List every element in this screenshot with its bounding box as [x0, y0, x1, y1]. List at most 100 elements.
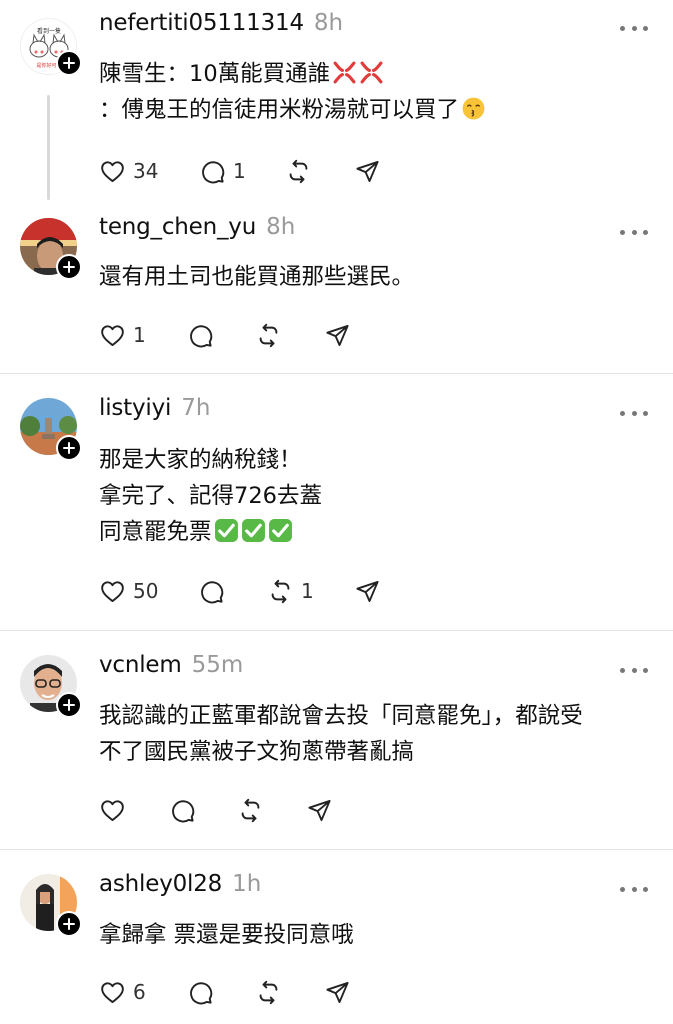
reply-post: vcnlem 55m 我認識的正藍軍都說會去投「同意罷免」，都說受 不了國民黨被… — [0, 631, 673, 849]
share-button[interactable] — [324, 320, 351, 350]
timestamp: 1h — [232, 871, 262, 897]
reply-button[interactable] — [187, 977, 214, 1007]
kissing-face-emoji — [461, 96, 486, 121]
like-count: 50 — [133, 579, 159, 603]
text-line: 那是大家的納稅錢！ — [99, 447, 302, 473]
ellipsis-icon — [620, 667, 625, 673]
anger-symbol-emoji — [359, 60, 384, 85]
text-line: 拿歸拿 票還是要投同意哦 — [99, 922, 354, 948]
reply-post: ashley0l28 1h 拿歸拿 票還是要投同意哦 6 — [0, 850, 673, 1024]
heart-icon — [99, 797, 126, 824]
text-line: ：傅鬼王的信徒用米粉湯就可以買了 — [99, 92, 659, 128]
more-options-button[interactable] — [620, 665, 648, 675]
repost-count: 1 — [301, 579, 314, 603]
repost-arrows-icon — [255, 322, 282, 349]
post-header: listyiyi 7h — [99, 395, 210, 429]
post-header: vcnlem 55m — [99, 652, 243, 686]
share-button[interactable] — [354, 156, 381, 186]
username[interactable]: vcnlem — [99, 652, 182, 678]
send-paper-plane-icon — [354, 158, 381, 185]
ellipsis-icon — [620, 229, 625, 235]
send-paper-plane-icon — [324, 322, 351, 349]
like-count: 6 — [133, 980, 146, 1004]
plus-icon — [62, 441, 76, 455]
comment-bubble-icon — [198, 578, 225, 605]
post-text: 那是大家的納稅錢！ 拿完了、記得726去蓋 同意罷免票 — [99, 442, 659, 550]
follow-button[interactable] — [56, 911, 82, 937]
repost-arrows-icon — [267, 578, 294, 605]
check-mark-button-emoji — [241, 518, 266, 543]
text-line: 拿完了、記得726去蓋 — [99, 483, 322, 509]
comment-bubble-icon — [199, 158, 226, 185]
post-header: teng_chen_yu 8h — [99, 214, 295, 248]
repost-arrows-icon — [255, 979, 282, 1006]
comment-bubble-icon — [187, 322, 214, 349]
ellipsis-icon — [620, 410, 625, 416]
reply-button[interactable] — [187, 320, 214, 350]
like-button[interactable] — [99, 795, 126, 825]
reply-post: 看到一隻 是你好可愛 nefertiti05111314 8h 陳雪生：10萬能… — [0, 0, 673, 202]
thread-line — [47, 95, 50, 200]
heart-icon — [99, 578, 126, 605]
timestamp: 55m — [191, 652, 244, 678]
reply-count: 1 — [233, 159, 246, 183]
comment-bubble-icon — [169, 797, 196, 824]
reply-button[interactable]: 1 — [199, 156, 246, 186]
follow-button[interactable] — [56, 50, 82, 76]
plus-icon — [62, 698, 76, 712]
heart-icon — [99, 979, 126, 1006]
like-button[interactable]: 50 — [99, 576, 158, 606]
repost-arrows-icon — [285, 158, 312, 185]
text-line: 我認識的正藍軍都說會去投「同意罷免」，都說受 — [99, 703, 583, 729]
heart-icon — [99, 158, 126, 185]
username[interactable]: nefertiti05111314 — [99, 10, 304, 36]
like-count: 34 — [133, 159, 159, 183]
more-options-button[interactable] — [620, 884, 648, 894]
post-text: 陳雪生：10萬能買通誰 ：傅鬼王的信徒用米粉湯就可以買了 — [99, 56, 659, 128]
more-options-button[interactable] — [620, 23, 648, 33]
post-text: 我認識的正藍軍都說會去投「同意罷免」，都說受 不了國民黨被子文狗蔥帶著亂搞 — [99, 698, 659, 770]
like-count: 1 — [133, 323, 146, 347]
repost-button[interactable]: 1 — [267, 576, 314, 606]
heart-icon — [99, 322, 126, 349]
repost-button[interactable] — [285, 156, 319, 186]
ellipsis-icon — [620, 25, 625, 31]
username[interactable]: teng_chen_yu — [99, 214, 256, 240]
like-button[interactable]: 6 — [99, 977, 146, 1007]
repost-arrows-icon — [237, 797, 264, 824]
share-button[interactable] — [306, 795, 333, 825]
share-button[interactable] — [324, 977, 351, 1007]
check-mark-button-emoji — [214, 518, 239, 543]
follow-button[interactable] — [56, 692, 82, 718]
like-button[interactable]: 34 — [99, 156, 158, 186]
reply-post: teng_chen_yu 8h 還有用土司也能買通那些選民。 1 — [0, 202, 673, 372]
post-text: 還有用土司也能買通那些選民。 — [99, 259, 659, 295]
plus-icon — [62, 260, 76, 274]
avatar-sign-text: 看到一隻 — [37, 27, 61, 35]
more-options-button[interactable] — [620, 227, 648, 237]
follow-button[interactable] — [56, 435, 82, 461]
reply-button[interactable] — [198, 576, 225, 606]
reply-button[interactable] — [169, 795, 196, 825]
more-options-button[interactable] — [620, 408, 648, 418]
share-button[interactable] — [354, 576, 381, 606]
post-header: nefertiti05111314 8h — [99, 10, 343, 44]
plus-icon — [62, 56, 76, 70]
username[interactable]: listyiyi — [99, 395, 171, 421]
text-line: 同意罷免票 — [99, 514, 659, 550]
repost-button[interactable] — [255, 977, 282, 1007]
text-line: 陳雪生：10萬能買通誰 — [99, 56, 659, 92]
post-text: 拿歸拿 票還是要投同意哦 — [99, 917, 659, 953]
like-button[interactable]: 1 — [99, 320, 146, 350]
send-paper-plane-icon — [354, 578, 381, 605]
plus-icon — [62, 917, 76, 931]
username[interactable]: ashley0l28 — [99, 871, 222, 897]
comment-bubble-icon — [187, 979, 214, 1006]
follow-button[interactable] — [56, 254, 82, 280]
text-line: 不了國民黨被子文狗蔥帶著亂搞 — [99, 739, 415, 765]
repost-button[interactable] — [255, 320, 282, 350]
check-mark-button-emoji — [268, 518, 293, 543]
timestamp: 8h — [313, 10, 344, 36]
repost-button[interactable] — [237, 795, 264, 825]
send-paper-plane-icon — [306, 797, 333, 824]
